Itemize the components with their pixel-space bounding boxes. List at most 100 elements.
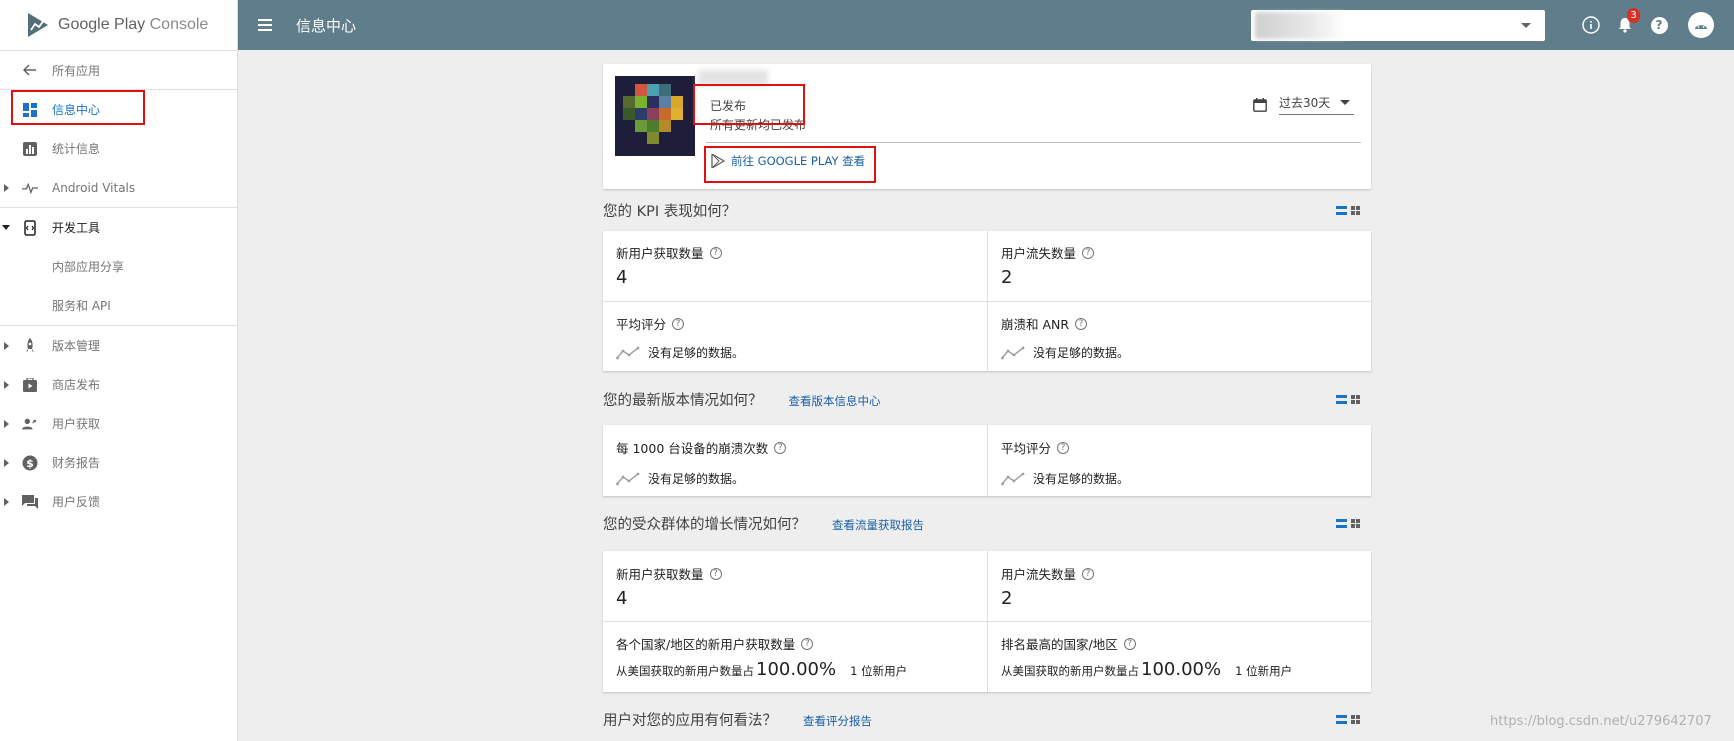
sidebar-item-label: 所有应用: [52, 63, 101, 78]
topbar: 信息中心 3 ?: [238, 0, 1734, 50]
pulse-icon: [22, 180, 38, 196]
sidebar-item-user-acquisition[interactable]: 用户获取: [0, 404, 237, 443]
divider: [706, 142, 1361, 143]
pct-value: 100.00%: [1141, 659, 1222, 680]
grid-view-icon[interactable]: [1351, 519, 1360, 528]
release-avg-rating[interactable]: 平均评分? 没有足够的数据。: [988, 425, 1371, 496]
help-icon[interactable]: ?: [1082, 246, 1095, 259]
help-icon[interactable]: ?: [1075, 317, 1088, 330]
sidebar-item-financial-reports[interactable]: $ 财务报告: [0, 443, 237, 482]
date-range-picker[interactable]: 过去30天: [1253, 94, 1355, 115]
sidebar-item-label: 统计信息: [52, 142, 101, 156]
sidebar-item-label: 内部应用分享: [52, 260, 125, 274]
list-view-icon[interactable]: [1336, 395, 1347, 404]
expand-arrow-icon: [4, 380, 9, 389]
hamburger-menu-icon[interactable]: [258, 19, 272, 31]
notifications-button[interactable]: 3: [1612, 8, 1640, 38]
expand-arrow-icon: [4, 497, 9, 506]
view-toggle[interactable]: [1336, 206, 1360, 215]
metric-value: 2: [1001, 267, 1013, 288]
brand-suffix: Console: [149, 16, 209, 33]
help-icon[interactable]: ?: [672, 317, 685, 330]
help-icon[interactable]: ?: [1123, 637, 1136, 650]
metric-value: 2: [1001, 588, 1013, 609]
account-button[interactable]: [1688, 12, 1714, 38]
page-title: 信息中心: [296, 17, 357, 35]
trend-line-icon: [1001, 472, 1025, 485]
metric-label: 平均评分: [1001, 441, 1052, 456]
app-summary-card: 已发布 所有更新均已发布 前往 GOOGLE PLAY 查看 过去30天: [603, 64, 1371, 189]
help-icon[interactable]: ?: [1082, 567, 1095, 580]
grid-view-icon[interactable]: [1351, 715, 1360, 724]
expand-arrow-icon: [4, 341, 9, 350]
brand-name: Google Play: [58, 16, 146, 33]
help-icon[interactable]: ?: [1057, 441, 1070, 454]
svg-text:$: $: [26, 457, 34, 470]
trend-line-icon: [616, 472, 640, 485]
grid-view-icon[interactable]: [1351, 395, 1360, 404]
sidebar-item-label: 用户反馈: [52, 495, 101, 509]
metric-label: 各个国家/地区的新用户获取数量: [616, 637, 796, 652]
pct-suffix: 1 位新用户: [850, 664, 908, 678]
sidebar-item-release-management[interactable]: 版本管理: [0, 326, 237, 365]
sidebar-item-label: 服务和 API: [52, 299, 111, 313]
expand-arrow-icon: [4, 419, 9, 428]
no-data-text: 没有足够的数据。: [648, 346, 745, 360]
kpi-new-users[interactable]: 新用户获取数量? 4: [603, 231, 986, 301]
view-toggle[interactable]: [1336, 519, 1360, 528]
date-range-select[interactable]: 过去30天: [1279, 94, 1355, 115]
release-crash-rate[interactable]: 每 1000 台设备的崩溃次数? 没有足够的数据。: [603, 425, 986, 496]
help-icon: ?: [1650, 16, 1668, 34]
sidebar-item-store-listing[interactable]: 商店发布: [0, 365, 237, 404]
calendar-icon: [1253, 97, 1267, 112]
sidebar-item-internal-app-sharing[interactable]: 内部应用分享: [0, 247, 237, 286]
metric-label: 用户流失数量: [1001, 567, 1077, 582]
android-icon: [1695, 25, 1707, 29]
watermark: https://blog.csdn.net/u279642707: [1490, 714, 1712, 729]
section-title: 您的最新版本情况如何？: [603, 393, 763, 409]
sidebar-item-dev-tools[interactable]: 开发工具: [0, 208, 237, 247]
sidebar-item-all-apps[interactable]: 所有应用: [0, 51, 237, 89]
metric-label: 用户流失数量: [1001, 246, 1077, 261]
grid-view-icon[interactable]: [1351, 206, 1360, 215]
sidebar-item-user-feedback[interactable]: 用户反馈: [0, 482, 237, 521]
list-view-icon[interactable]: [1336, 519, 1347, 528]
section-title: 您的 KPI 表现如何？: [603, 204, 737, 220]
kpi-avg-rating[interactable]: 平均评分? 没有足够的数据。: [603, 302, 986, 371]
help-icon[interactable]: ?: [709, 567, 722, 580]
help-icon[interactable]: ?: [709, 246, 722, 259]
metric-value: 4: [616, 267, 628, 288]
metric-label: 每 1000 台设备的崩溃次数: [616, 441, 769, 456]
help-button[interactable]: ?: [1646, 12, 1672, 38]
sidebar-item-statistics[interactable]: 统计信息: [0, 129, 237, 168]
audience-new-users[interactable]: 新用户获取数量? 4: [603, 551, 986, 621]
help-icon[interactable]: ?: [801, 637, 814, 650]
highlight-box: [704, 146, 876, 183]
audience-lost-users[interactable]: 用户流失数量? 2: [988, 551, 1371, 621]
pct-prefix: 从美国获取的新用户数量占: [1001, 664, 1139, 678]
view-acquisition-report-link[interactable]: 查看流量获取报告: [832, 517, 924, 533]
sidebar-item-label: 商店发布: [52, 378, 101, 392]
sidebar-item-android-vitals[interactable]: Android Vitals: [0, 168, 237, 207]
kpi-crashes-anr[interactable]: 崩溃和 ANR? 没有足够的数据。: [988, 302, 1371, 371]
info-icon: [1582, 16, 1600, 34]
view-release-dashboard-link[interactable]: 查看版本信息中心: [789, 393, 881, 409]
collapse-arrow-icon: [2, 225, 10, 230]
release-section-header: 您的最新版本情况如何？ 查看版本信息中心: [603, 389, 881, 410]
audience-top-country[interactable]: 排名最高的国家/地区? 从美国获取的新用户数量占 100.00% 1 位新用户: [988, 622, 1371, 692]
list-view-icon[interactable]: [1336, 206, 1347, 215]
info-button[interactable]: [1578, 12, 1604, 38]
app-selector[interactable]: [1251, 10, 1545, 41]
avatar: [1688, 12, 1714, 38]
kpi-card: 新用户获取数量? 4 用户流失数量? 2 平均评分? 没有足够的数据。 崩溃和 …: [603, 231, 1371, 371]
help-icon[interactable]: ?: [774, 441, 787, 454]
view-toggle[interactable]: [1336, 395, 1360, 404]
view-toggle[interactable]: [1336, 715, 1360, 724]
metric-label: 新用户获取数量: [616, 567, 704, 582]
kpi-lost-users[interactable]: 用户流失数量? 2: [988, 231, 1371, 301]
list-view-icon[interactable]: [1336, 715, 1347, 724]
sidebar-item-services-api[interactable]: 服务和 API: [0, 286, 237, 325]
view-ratings-report-link[interactable]: 查看评分报告: [803, 713, 872, 729]
logo[interactable]: Google Play Console: [0, 0, 237, 50]
audience-by-country[interactable]: 各个国家/地区的新用户获取数量? 从美国获取的新用户数量占 100.00% 1 …: [603, 622, 986, 692]
